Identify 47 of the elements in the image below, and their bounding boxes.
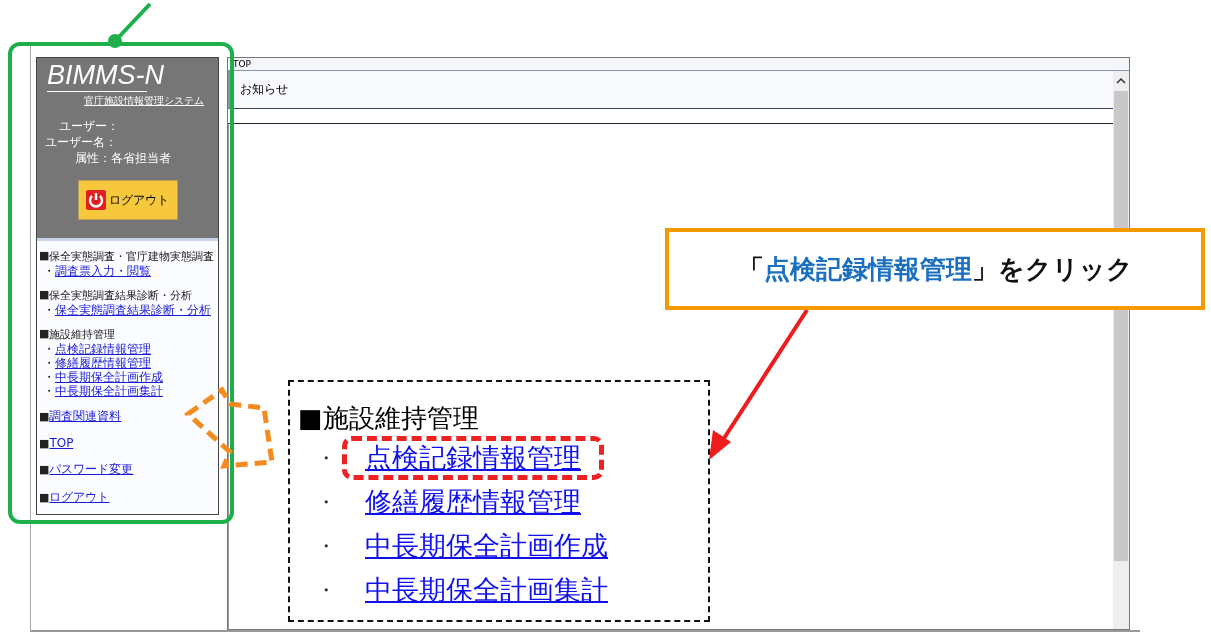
square-marker: ■ xyxy=(39,249,50,264)
square-marker: ■ xyxy=(39,327,50,342)
menu-link[interactable]: 中長期保全計画作成 xyxy=(55,370,163,384)
menu-link[interactable]: ログアウト xyxy=(49,489,110,506)
menu-link[interactable]: 調査関連資料 xyxy=(49,408,122,425)
menu-link[interactable]: 修繕履歴情報管理 xyxy=(55,356,151,370)
menu-link[interactable]: 保全実態調査結果診断・分析 xyxy=(55,303,211,317)
dot-marker: ・ xyxy=(43,264,55,278)
square-marker: ■ xyxy=(39,436,50,450)
menu-heading: 施設維持管理 xyxy=(49,327,116,342)
system-subtitle: 官庁施設情報管理システム xyxy=(84,94,204,108)
inset-link[interactable]: 中長期保全計画集計 xyxy=(342,568,631,612)
menu-link[interactable]: パスワード変更 xyxy=(49,461,134,478)
menu-link[interactable]: 点検記録情報管理 xyxy=(55,342,151,356)
breadcrumb: TOP xyxy=(228,58,1129,71)
inset-heading: ■施設維持管理 xyxy=(298,402,480,434)
dot-marker: ・ xyxy=(43,384,55,398)
square-marker: ■ xyxy=(39,410,50,423)
dot-marker: ・ xyxy=(43,303,55,317)
menu-link[interactable]: 中長期保全計画集計 xyxy=(55,384,163,398)
callout-text: 「点検記録情報管理」をクリック xyxy=(737,252,1133,286)
bullet: ・ xyxy=(316,532,337,560)
dot-marker: ・ xyxy=(43,370,55,384)
menu-heading: 保全実態調査結果診断・分析 xyxy=(49,288,193,303)
notice-heading: お知らせ xyxy=(228,71,1113,109)
menu-heading: 保全実態調査・官庁建物実態調査 xyxy=(49,249,215,264)
menu-link[interactable]: TOP xyxy=(49,436,74,450)
bullet: ・ xyxy=(316,576,337,604)
dot-marker: ・ xyxy=(43,342,55,356)
inset-link[interactable]: 修繕履歴情報管理 xyxy=(342,480,604,524)
scroll-up-icon[interactable] xyxy=(1116,77,1126,85)
dot-marker: ・ xyxy=(43,356,55,370)
square-marker: ■ xyxy=(39,463,50,476)
user-field-label: 属性： xyxy=(75,150,111,166)
user-field-value: 各省担当者 xyxy=(111,150,171,166)
bullet: ・ xyxy=(316,444,337,472)
power-icon xyxy=(86,190,106,210)
menu-link[interactable]: 調査票入力・閲覧 xyxy=(55,264,151,278)
square-marker: ■ xyxy=(39,491,50,504)
inset-link[interactable]: 点検記録情報管理 xyxy=(342,436,604,480)
logo-text: BIMMS-N xyxy=(47,60,164,91)
logout-button[interactable]: ログアウト xyxy=(77,180,178,220)
inset-link[interactable]: 中長期保全計画作成 xyxy=(342,524,631,568)
user-field-label: ユーザー名： xyxy=(45,134,117,150)
user-field-label: ユーザー： xyxy=(59,118,119,134)
square-marker: ■ xyxy=(39,288,50,303)
bullet: ・ xyxy=(316,488,337,516)
